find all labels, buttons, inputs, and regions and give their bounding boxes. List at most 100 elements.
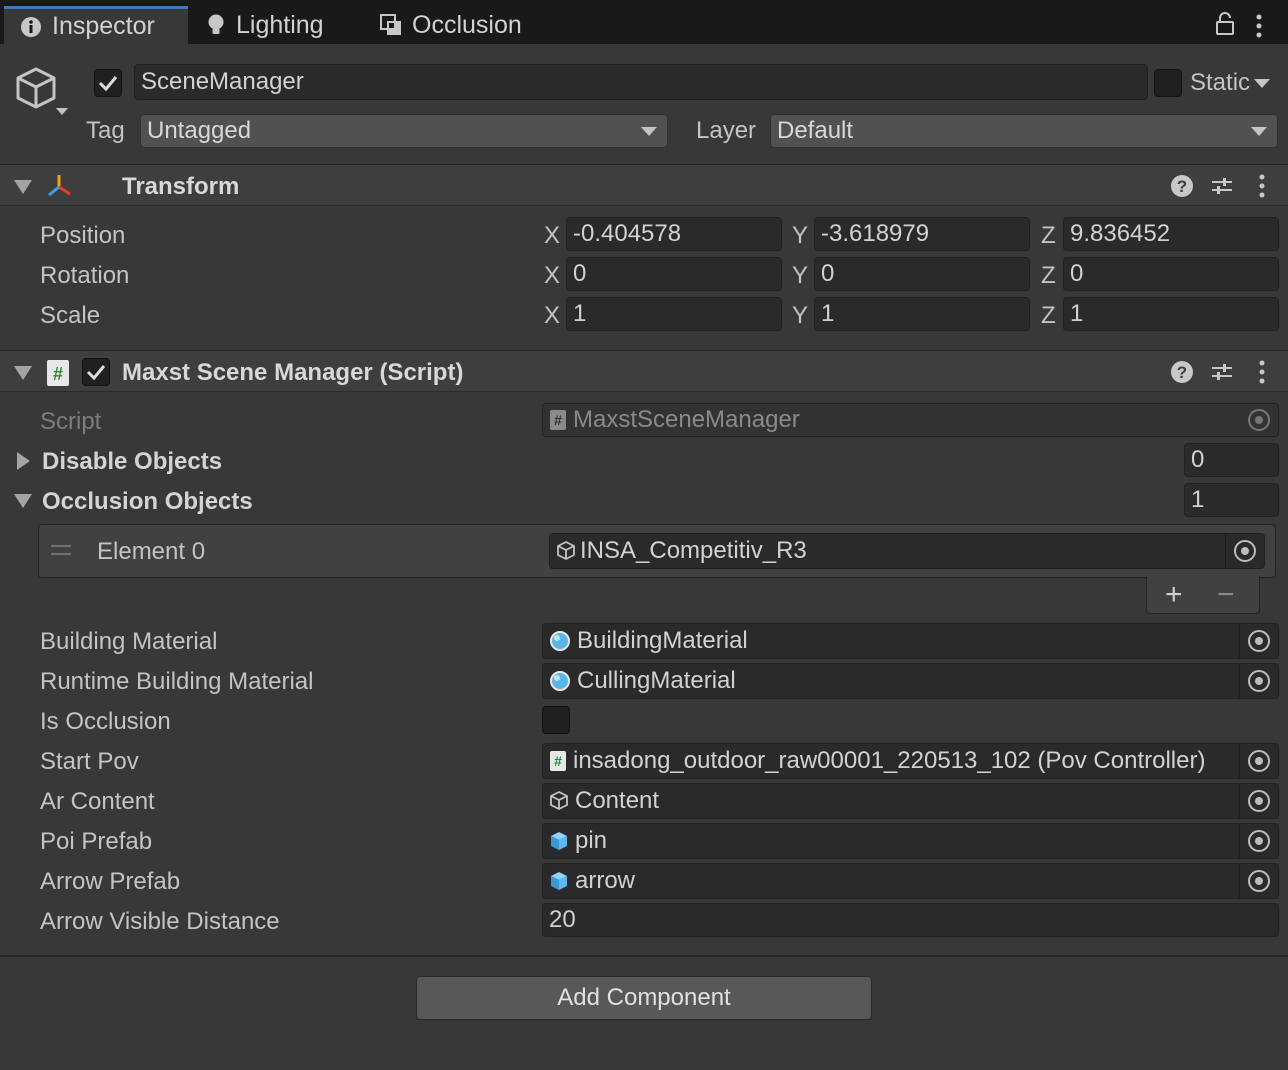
static-label[interactable]: Static [1190,69,1271,97]
object-picker-icon[interactable] [1248,830,1270,852]
ar-content-label: Ar Content [40,788,155,815]
rotation-z-axis-label[interactable]: Z [1041,262,1056,290]
position-z-value: 9.836452 [1070,220,1171,247]
scale-z-field[interactable]: 1 [1063,297,1279,331]
more-options-icon[interactable] [1254,14,1264,45]
tag-label: Tag [86,117,125,144]
object-picker-icon[interactable] [1248,790,1270,812]
scale-y-field[interactable]: 1 [814,297,1030,331]
object-picker-icon[interactable] [1248,630,1270,652]
scale-label: Scale [40,302,101,329]
occlusion-objects-size-field[interactable]: 1 [1184,483,1279,517]
help-icon[interactable]: ? [1170,360,1194,391]
add-element-button[interactable]: + [1165,578,1183,612]
bulb-icon [206,13,226,37]
arrow-prefab-label: Arrow Prefab [40,868,181,895]
material-icon [549,630,571,652]
position-x-axis-label[interactable]: X [544,222,560,250]
tab-lighting-label: Lighting [236,10,324,39]
is-occlusion-label: Is Occlusion [40,708,171,735]
arrow-prefab-field[interactable]: arrow [542,863,1279,899]
layer-dropdown[interactable]: Default [770,114,1278,148]
position-z-field[interactable]: 9.836452 [1063,217,1279,251]
drag-handle-icon[interactable] [51,545,71,555]
position-y-axis-label[interactable]: Y [792,222,808,250]
disable-objects-label[interactable]: Disable Objects [42,448,222,476]
rotation-y-axis-label[interactable]: Y [792,262,808,290]
rotation-x-axis-label[interactable]: X [544,262,560,290]
rotation-z-value: 0 [1070,260,1084,287]
chevron-down-icon [1251,127,1267,136]
active-checkbox[interactable] [94,69,122,97]
object-picker-icon[interactable] [1234,540,1256,562]
position-y-field[interactable]: -3.618979 [814,217,1030,251]
gameobject-icon [549,790,569,812]
script-component-header[interactable]: # Maxst Scene Manager (Script) ? [0,350,1288,392]
occlusion-objects-label[interactable]: Occlusion Objects [42,488,253,516]
script-label: Script [40,408,102,435]
object-picker-icon[interactable] [1248,750,1270,772]
chevron-down-icon[interactable] [1254,78,1271,88]
list-footer: + − [1146,576,1260,614]
layer-label: Layer [696,117,757,144]
svg-text:?: ? [1177,177,1187,196]
rotation-z-field[interactable]: 0 [1063,257,1279,291]
transform-title: Transform [122,173,240,200]
gameobject-name-input[interactable]: SceneManager [134,64,1148,100]
tab-lighting[interactable]: Lighting [206,6,324,44]
tab-inspector[interactable]: Inspector [4,6,188,44]
more-options-icon[interactable] [1257,174,1267,205]
runtime-building-material-field[interactable]: CullingMaterial [542,663,1279,699]
prefab-icon [549,870,569,892]
start-pov-field[interactable]: # insadong_outdoor_raw00001_220513_102 (… [542,743,1279,779]
tab-bar: Inspector Lighting Occlusion [0,0,1288,44]
position-x-field[interactable]: -0.404578 [566,217,782,251]
building-material-field[interactable]: BuildingMaterial [542,623,1279,659]
components-divider [0,955,1288,957]
arrow-visible-distance-field[interactable]: 20 [542,903,1279,937]
presets-icon[interactable] [1210,360,1234,391]
presets-icon[interactable] [1210,174,1234,205]
element0-label: Element 0 [97,538,206,565]
script-enabled-checkbox[interactable] [82,358,110,386]
transform-header[interactable]: Transform ? [0,164,1288,206]
scale-y-axis-label[interactable]: Y [792,302,808,330]
object-picker-icon[interactable] [1248,870,1270,892]
rotation-y-field[interactable]: 0 [814,257,1030,291]
foldout-arrow-icon[interactable] [14,366,32,380]
tab-occlusion[interactable]: Occlusion [380,6,522,44]
gameobject-icon[interactable] [14,66,70,127]
more-options-icon[interactable] [1257,360,1267,391]
scale-x-field[interactable]: 1 [566,297,782,331]
poi-prefab-field[interactable]: pin [542,823,1279,859]
script-component-title: Maxst Scene Manager (Script) [122,359,464,386]
help-icon[interactable]: ? [1170,174,1194,205]
layer-value: Default [777,117,854,144]
static-checkbox[interactable] [1154,69,1182,97]
tag-dropdown[interactable]: Untagged [140,114,668,148]
poi-prefab-label: Poi Prefab [40,828,153,855]
disable-objects-foldout-icon[interactable] [17,452,30,470]
arrow-visible-distance-label: Arrow Visible Distance [40,908,280,935]
lock-icon[interactable] [1214,12,1236,43]
occlusion-objects-foldout-icon[interactable] [14,494,32,508]
position-z-axis-label[interactable]: Z [1041,222,1056,250]
ar-content-field[interactable]: Content [542,783,1279,819]
script-icon: # [549,409,567,431]
position-y-value: -3.618979 [821,220,930,247]
scale-x-axis-label[interactable]: X [544,302,560,330]
is-occlusion-checkbox[interactable] [542,706,570,734]
tag-value: Untagged [147,117,252,144]
foldout-arrow-icon[interactable] [14,180,32,194]
scale-z-value: 1 [1070,300,1084,327]
remove-element-button[interactable]: − [1217,578,1235,612]
rotation-x-field[interactable]: 0 [566,257,782,291]
scale-x-value: 1 [573,300,587,327]
object-picker-icon[interactable] [1248,670,1270,692]
disable-objects-size-field[interactable]: 0 [1184,443,1279,477]
poi-prefab-value: pin [575,827,608,854]
add-component-button[interactable]: Add Component [416,976,872,1020]
occlusion-objects-size-value: 1 [1191,486,1205,513]
element0-field[interactable]: INSA_Competitiv_R3 [549,533,1265,569]
scale-z-axis-label[interactable]: Z [1041,302,1056,330]
